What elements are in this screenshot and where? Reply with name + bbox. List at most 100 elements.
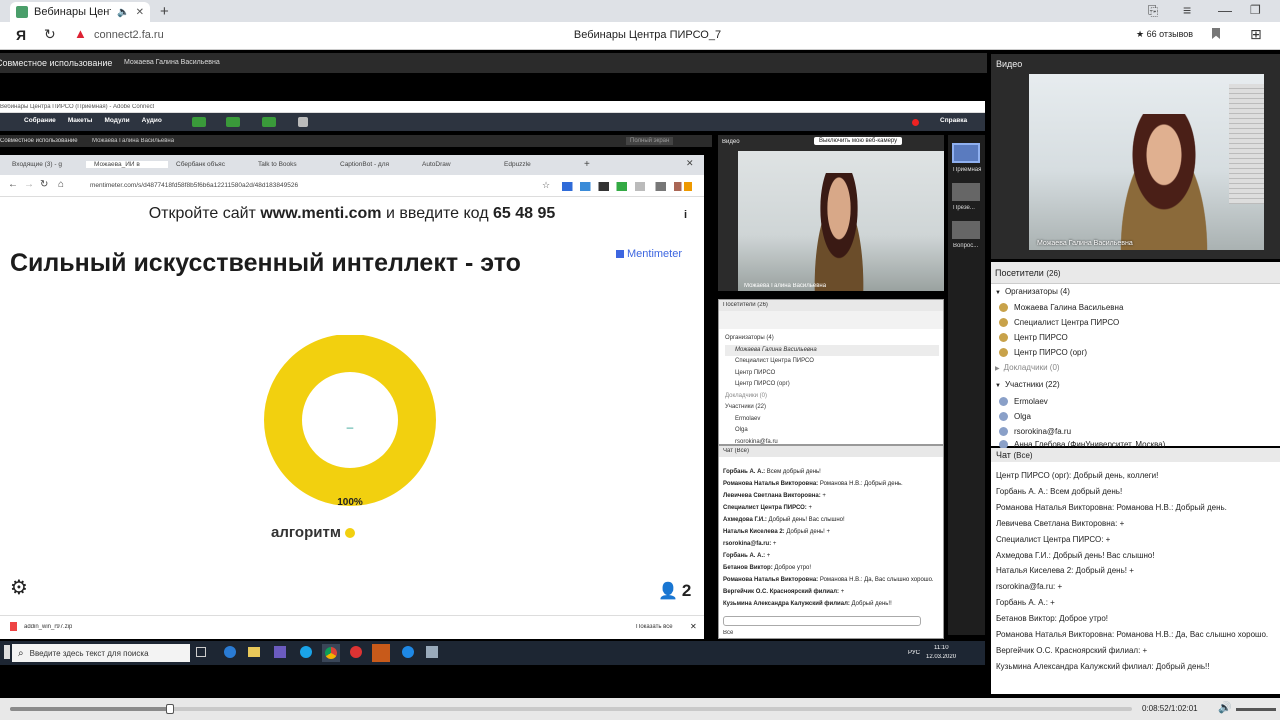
download-close-icon[interactable]: ✕ xyxy=(690,622,697,631)
taskbar-lang[interactable]: РУС xyxy=(908,650,920,656)
inner-group-pres[interactable]: Докладчики (0) xyxy=(725,391,939,403)
inner-group-part[interactable]: Участники (22) xyxy=(725,402,939,414)
chrome-newtab-icon[interactable]: + xyxy=(578,159,590,170)
volume-slider[interactable] xyxy=(1236,708,1276,711)
back-icon[interactable]: ← xyxy=(8,179,18,190)
chat-text: Добрый день! + xyxy=(1075,566,1134,576)
forward-icon[interactable]: → xyxy=(24,179,34,190)
inner-attendee-org[interactable]: Специалист Центра ПИРСО xyxy=(725,356,939,368)
menti-code: 65 48 95 xyxy=(493,205,556,222)
layout-thumb[interactable] xyxy=(952,143,980,163)
app-icon[interactable] xyxy=(350,646,362,658)
minimize-icon[interactable]: — xyxy=(1218,2,1232,18)
inner-attendee-part[interactable]: Ermolaev xyxy=(725,414,939,426)
chat-list: Центр ПИРСО (орг): Добрый день, коллеги!… xyxy=(996,468,1278,675)
start-icon[interactable] xyxy=(4,645,10,659)
volume-icon[interactable]: 🔊 xyxy=(1218,701,1232,714)
group-presenters[interactable]: ▶ Докладчики (0) xyxy=(995,360,1280,377)
bookmark-icon[interactable] xyxy=(1212,28,1220,39)
menu-pods[interactable]: Модули xyxy=(104,117,129,124)
attendee-row[interactable]: Можаева Галина Васильевна xyxy=(995,300,1280,315)
help-menu[interactable]: Справка xyxy=(940,117,967,124)
chrome-icon[interactable] xyxy=(322,644,340,662)
chrome-close-icon[interactable]: ✕ xyxy=(686,158,694,169)
mic-button-icon[interactable] xyxy=(226,117,240,127)
info-icon[interactable]: i xyxy=(684,209,687,221)
settings-gear-icon[interactable]: ⚙ xyxy=(10,575,28,600)
tab-title: Вебинары Центра П xyxy=(34,6,111,18)
inner-chat-to[interactable]: Все xyxy=(723,630,733,636)
url-field[interactable]: connect2.fa.ru xyxy=(94,29,164,41)
task-view-icon[interactable] xyxy=(196,647,206,657)
taskbar-search[interactable]: ⌕ Введите здесь текст для поиска xyxy=(12,644,190,662)
attendee-row[interactable]: Ermolaev xyxy=(995,394,1280,409)
tab-close-icon[interactable]: ✕ xyxy=(136,7,144,18)
chat-author: Романова Наталья Викторовна: xyxy=(723,481,820,487)
attendee-row[interactable]: Центр ПИРСО xyxy=(995,330,1280,345)
inner-chat-input[interactable] xyxy=(723,616,921,626)
webcam-button-icon[interactable] xyxy=(262,117,276,127)
chat-author: Вергейчик О.С. Красноярский филиал: xyxy=(996,645,1143,655)
inner-attendee-org[interactable]: Можаева Галина Васильевна xyxy=(725,344,939,356)
layout-thumb[interactable] xyxy=(952,221,980,239)
chrome-tab[interactable]: Входящие (3) - g xyxy=(4,161,86,168)
chat-author: Бетанов Виктор: xyxy=(996,614,1060,624)
home-icon[interactable]: ⌂ xyxy=(58,179,64,190)
inner-group-org[interactable]: Организаторы (4) xyxy=(725,333,939,345)
inner-video-pod: Видео Выключить мою веб-камеру Можаева Г… xyxy=(718,135,944,291)
attendee-row[interactable]: Специалист Центра ПИРСО xyxy=(995,315,1280,330)
speaker-button-icon[interactable] xyxy=(192,117,206,127)
inner-video-name: Можаева Галина Васильевна xyxy=(744,283,827,289)
inner-attendee-org[interactable]: Центр ПИРСО xyxy=(725,368,939,380)
reload-icon[interactable]: ↻ xyxy=(44,26,56,43)
menu-icon[interactable]: ≡ xyxy=(1183,2,1191,18)
show-all-button[interactable]: Показать все xyxy=(636,624,673,630)
menu-layouts[interactable]: Макеты xyxy=(68,117,93,124)
reload-icon[interactable]: ↻ xyxy=(40,179,48,190)
menu-meeting[interactable]: Собрание xyxy=(24,117,56,124)
raise-hand-icon[interactable] xyxy=(298,117,308,127)
bookmark-manager-icon[interactable]: ⎘ xyxy=(1148,3,1158,19)
chrome-tab[interactable]: CaptionBot - для xyxy=(332,161,414,168)
edge-icon[interactable] xyxy=(224,646,236,658)
layout-thumb[interactable] xyxy=(952,183,980,201)
download-bar: addin_win_r97.zip Показать все ✕ xyxy=(0,615,704,639)
extensions-icons[interactable] xyxy=(562,182,692,191)
fullscreen-button[interactable]: Полный экран xyxy=(626,137,674,145)
attendee-row[interactable]: Olga xyxy=(995,409,1280,424)
side-panel-icon[interactable]: ⊞ xyxy=(1250,26,1262,43)
teams-icon[interactable] xyxy=(274,646,286,658)
inner-attendee-org[interactable]: Центр ПИРСО (орг) xyxy=(725,379,939,391)
inner-attendee-part[interactable]: Olga xyxy=(725,425,939,437)
reviews-badge[interactable]: ★ 66 отзывов xyxy=(1136,29,1193,40)
warning-icon[interactable]: ▲ xyxy=(74,26,87,41)
stop-cam-button[interactable]: Выключить мою веб-камеру xyxy=(814,137,903,145)
chrome-tab[interactable]: AutoDraw xyxy=(414,161,496,168)
chrome-tab[interactable]: Edpuzzle xyxy=(496,161,578,168)
app-icon[interactable] xyxy=(372,644,390,662)
download-filename[interactable]: addin_win_r97.zip xyxy=(24,624,72,630)
chrome-tab[interactable]: Сбербанк объяс xyxy=(168,161,250,168)
chrome-tab[interactable]: Talk to Books xyxy=(250,161,332,168)
chevron-right-icon: ▶ xyxy=(995,365,1000,372)
ie-icon[interactable] xyxy=(402,646,414,658)
skype-icon[interactable] xyxy=(300,646,312,658)
browser-tab[interactable]: Вебинары Центра П 🔈 ✕ xyxy=(10,2,150,22)
explorer-icon[interactable] xyxy=(248,647,260,657)
menu-audio[interactable]: Аудио xyxy=(142,117,162,124)
yandex-logo-icon[interactable]: Я xyxy=(16,27,26,43)
group-participants[interactable]: ▼ Участники (22) xyxy=(995,377,1280,394)
new-tab-button[interactable]: + xyxy=(160,3,169,20)
app-icon[interactable] xyxy=(426,646,438,658)
seek-knob[interactable] xyxy=(166,704,175,714)
attendee-row[interactable]: rsorokina@fa.ru xyxy=(995,424,1280,439)
seek-track[interactable] xyxy=(10,704,1132,714)
star-icon[interactable]: ☆ xyxy=(542,180,550,191)
attendee-row[interactable]: Центр ПИРСО (орг) xyxy=(995,345,1280,360)
chrome-url[interactable]: mentimeter.com/s/d4877418fd58f8b5f6b6a12… xyxy=(90,182,298,189)
video-name: Можаева Галина Васильевна xyxy=(1037,240,1133,247)
chrome-tab-active[interactable]: Можаева_ИИ в xyxy=(86,161,168,168)
restore-icon[interactable]: ❐ xyxy=(1250,3,1261,17)
inner-presenter-name: Можаева Галина Васильевна xyxy=(92,138,175,144)
group-organizers[interactable]: ▼ Организаторы (4) xyxy=(995,286,1280,300)
